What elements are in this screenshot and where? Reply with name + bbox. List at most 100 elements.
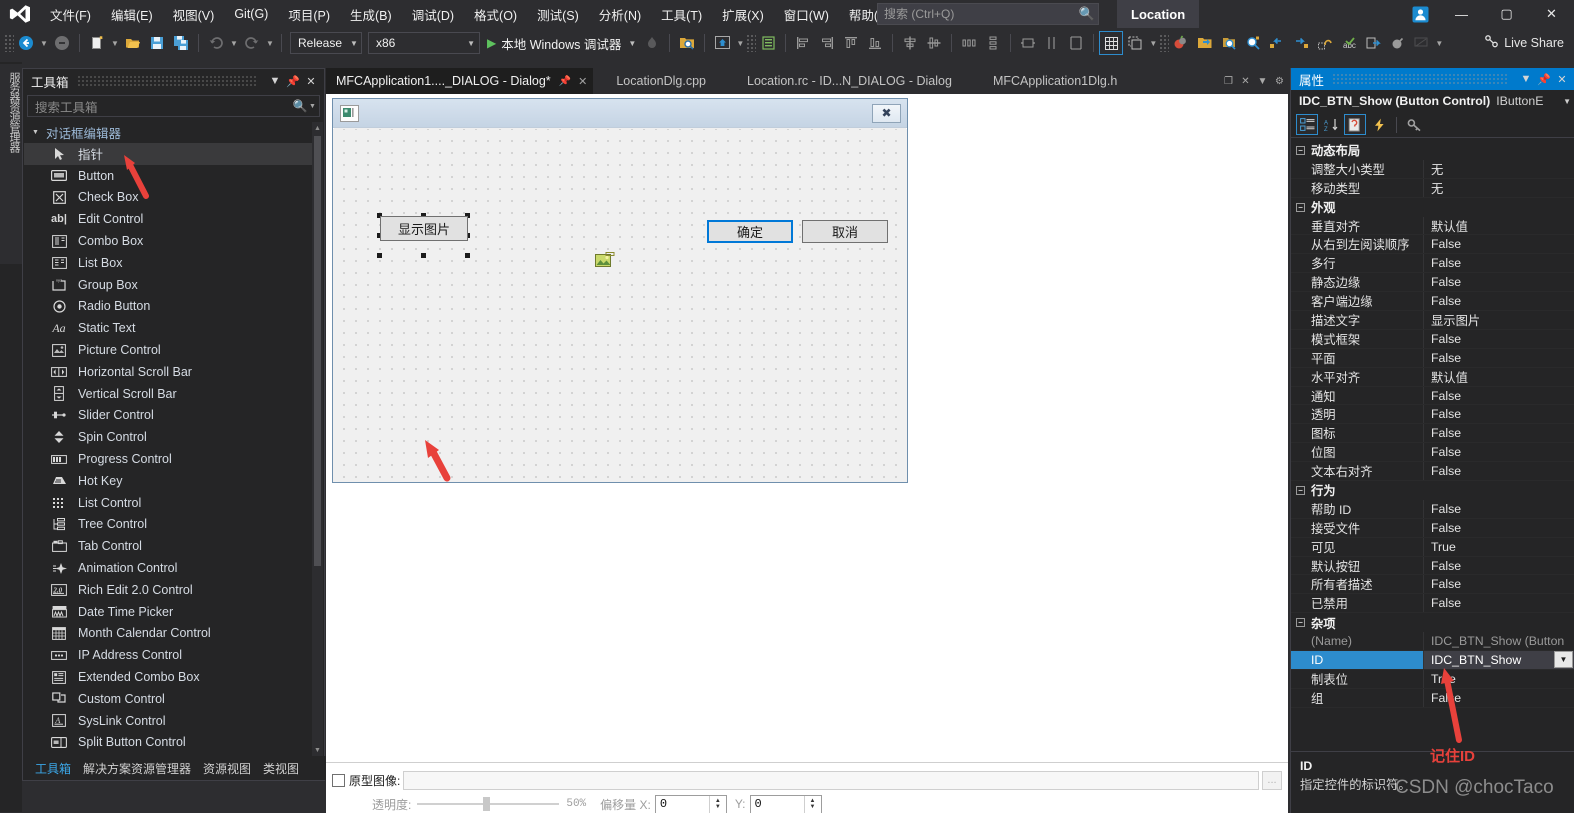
drag-dots[interactable] [1332, 73, 1509, 85]
property-row-tab-stop[interactable]: 制表位 True [1291, 669, 1574, 689]
alphabetical-sort-icon[interactable]: AZ [1320, 114, 1342, 135]
save-all-icon[interactable] [169, 31, 193, 55]
property-value[interactable]: 无 [1424, 179, 1574, 197]
folder-search-icon[interactable] [675, 31, 699, 55]
close-button[interactable]: ✕ [1529, 0, 1574, 28]
property-row-rtl-reading-order[interactable]: 从右到左阅读顺序 False [1291, 235, 1574, 255]
menu-debug[interactable]: 调试(D) [402, 0, 464, 29]
property-value[interactable]: False [1424, 689, 1574, 707]
space-down-icon[interactable] [981, 31, 1005, 55]
property-value[interactable]: False [1424, 557, 1574, 575]
navigate-forward-icon[interactable] [50, 31, 74, 55]
property-row-resize-type[interactable]: 调整大小类型 无 [1291, 159, 1574, 179]
property-row-icon[interactable]: 图标 False [1291, 424, 1574, 444]
zoom-out-icon[interactable] [1241, 31, 1265, 55]
properties-grid[interactable]: − 动态布局 调整大小类型 无 移动类型 无 − 外观 垂直对齐 默认值 从右到… [1291, 141, 1574, 751]
align-bottom-icon[interactable] [863, 31, 887, 55]
search-input[interactable]: 搜索 (Ctrl+Q) [878, 4, 1076, 24]
property-row-visible[interactable]: 可见 True [1291, 537, 1574, 557]
doc-tab-location-rc[interactable]: Location.rc - ID...N_DIALOG - Dialog [725, 68, 971, 94]
property-value[interactable]: True [1424, 670, 1574, 688]
scroll-down-icon[interactable]: ▼ [312, 744, 323, 756]
toolbox-search-box[interactable]: 搜索工具箱 🔍 ▼ [27, 95, 320, 117]
toolbox-item-custom-control[interactable]: Custom Control [24, 688, 312, 710]
toolbox-search-input[interactable]: 搜索工具箱 [28, 97, 291, 116]
align-right-icon[interactable] [815, 31, 839, 55]
menu-project[interactable]: 项目(P) [278, 0, 340, 29]
doc-tab-locationdlg-cpp[interactable]: LocationDlg.cpp [594, 68, 725, 94]
property-value[interactable]: False [1424, 235, 1574, 253]
scrollbar-thumb[interactable] [314, 136, 321, 566]
toolbox-item-month-calendar[interactable]: Month Calendar Control [24, 623, 312, 645]
properties-object-selector[interactable]: IDC_BTN_Show (Button Control) IButtonE ▼ [1291, 90, 1574, 112]
step-back-icon[interactable] [1265, 31, 1289, 55]
gear-icon[interactable]: ⚙ [1271, 76, 1288, 87]
property-value[interactable]: False [1424, 500, 1574, 518]
property-row-flat[interactable]: 平面 False [1291, 348, 1574, 368]
property-value[interactable]: False [1424, 330, 1574, 348]
property-value[interactable]: False [1424, 292, 1574, 310]
menu-file[interactable]: 文件(F) [40, 0, 101, 29]
property-row-bitmap[interactable]: 位图 False [1291, 443, 1574, 463]
menu-analyze[interactable]: 分析(N) [589, 0, 651, 29]
property-category-misc[interactable]: − 杂项 [1291, 613, 1574, 632]
ok-button[interactable]: 确定 [707, 220, 793, 243]
property-row-accept-files[interactable]: 接受文件 False [1291, 518, 1574, 538]
space-across-icon[interactable] [957, 31, 981, 55]
handle-bottom-left[interactable] [377, 253, 382, 258]
property-row-help-id[interactable]: 帮助 ID False [1291, 499, 1574, 519]
property-value[interactable]: False [1424, 519, 1574, 537]
toolbox-item-split-button-control[interactable]: Split Button Control [24, 732, 312, 754]
toolbox-item-tree-control[interactable]: Tree Control [24, 514, 312, 536]
toolbox-scrollbar[interactable]: ▲ ▼ [312, 122, 323, 756]
home-icon[interactable] [710, 31, 734, 55]
toolbox-item-button[interactable]: Button [24, 165, 312, 187]
property-row-move-type[interactable]: 移动类型 无 [1291, 178, 1574, 198]
start-debugging-button[interactable]: ▶ 本地 Windows 调试器 ▼ [483, 31, 640, 55]
export-icon[interactable] [1361, 31, 1385, 55]
property-row-owner-draw[interactable]: 所有者描述 False [1291, 575, 1574, 595]
drag-dots[interactable] [76, 75, 258, 87]
prototype-image-checkbox[interactable] [332, 773, 345, 787]
tab-order-icon[interactable] [756, 31, 780, 55]
redo-icon[interactable] [240, 31, 264, 55]
toolbox-item-static-text[interactable]: Aa Static Text [24, 317, 312, 339]
property-value[interactable]: 显示图片 [1424, 311, 1574, 329]
property-value[interactable]: False [1424, 273, 1574, 291]
property-row-static-edge[interactable]: 静态边缘 False [1291, 273, 1574, 293]
property-row-default-button[interactable]: 默认按钮 False [1291, 556, 1574, 576]
toolbox-item-pointer[interactable]: 指针 [24, 143, 312, 165]
menu-test[interactable]: 测试(S) [527, 0, 589, 29]
pin-icon[interactable]: 📌 [1535, 69, 1553, 89]
solution-platform-dropdown[interactable]: x86 ▼ [368, 32, 480, 54]
property-category-appearance[interactable]: − 外观 [1291, 198, 1574, 217]
center-vertical-icon[interactable] [922, 31, 946, 55]
property-row-caption[interactable]: 描述文字 显示图片 [1291, 311, 1574, 330]
open-folder-icon[interactable] [121, 31, 145, 55]
nav-back-dropdown-icon[interactable]: ▼ [38, 31, 50, 55]
doc-tab-dialog-designer[interactable]: MFCApplication1...._DIALOG - Dialog* 📌 ✕ [326, 68, 595, 94]
dialog-designer-surface[interactable]: ✖ 显示图片 确定 取消 [326, 94, 1288, 762]
toolbox-item-list-box[interactable]: List Box [24, 252, 312, 274]
property-value[interactable]: 默认值 [1424, 217, 1574, 235]
scroll-up-icon[interactable]: ▲ [312, 122, 323, 134]
toolbox-item-group-box[interactable]: xyz Group Box [24, 274, 312, 296]
menu-edit[interactable]: 编辑(E) [101, 0, 163, 29]
bottom-tab-solution-explorer[interactable]: 解决方案资源管理器 [77, 760, 197, 777]
property-row-client-edge[interactable]: 客户端边缘 False [1291, 292, 1574, 312]
mfc-dialog-preview[interactable]: ✖ 显示图片 确定 取消 [332, 98, 908, 483]
close-icon[interactable]: ✕ [1553, 69, 1571, 89]
bottom-tab-class-view[interactable]: 类视图 [257, 760, 305, 777]
handle-bottom-right[interactable] [465, 253, 470, 258]
handle-bottom-center[interactable] [421, 253, 426, 258]
collapse-icon[interactable]: − [1296, 202, 1305, 212]
toolbox-item-edit-control[interactable]: ab| Edit Control [24, 208, 312, 230]
chevron-down-icon[interactable]: ▼ [1554, 651, 1573, 669]
circle-icon[interactable] [1385, 31, 1409, 55]
property-row-modal-frame[interactable]: 模式框架 False [1291, 329, 1574, 349]
close-icon[interactable]: ✕ [302, 71, 320, 91]
toolbox-item-combo-box[interactable]: Combo Box [24, 230, 312, 252]
chevron-down-icon[interactable]: ▼ [266, 71, 284, 91]
property-value[interactable]: False [1424, 405, 1574, 423]
menu-extensions[interactable]: 扩展(X) [712, 0, 774, 29]
